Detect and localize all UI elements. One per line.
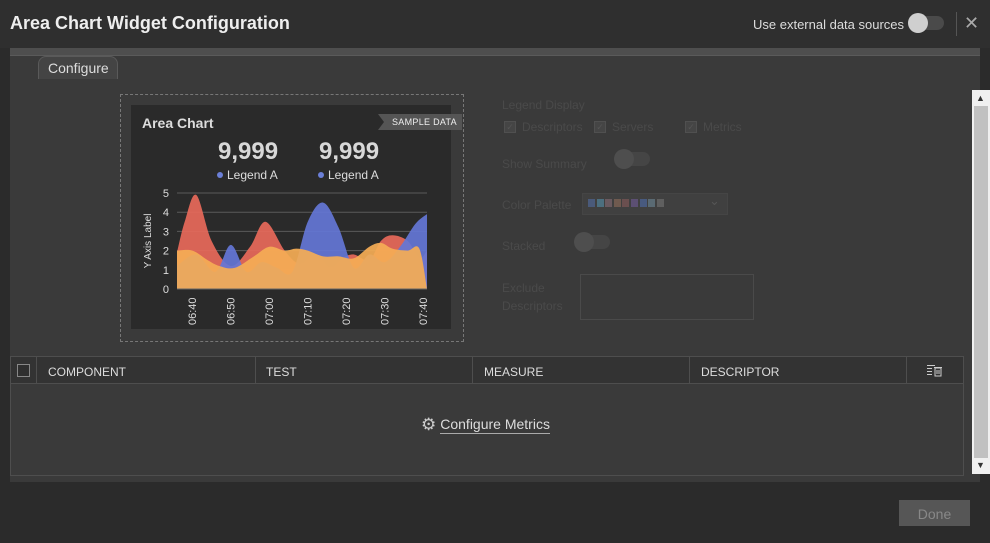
- legend-item-1: Legend A: [217, 168, 278, 182]
- column-divider: [255, 357, 256, 383]
- y-axis-label: Y Axis Label: [143, 214, 154, 269]
- show-summary-label: Show Summary: [502, 157, 587, 171]
- vertical-scrollbar[interactable]: ▲ ▼: [972, 90, 990, 474]
- y-tick-label: 3: [163, 226, 169, 238]
- descriptors-label: Descriptors: [522, 120, 583, 134]
- tab-configure[interactable]: Configure: [38, 56, 118, 79]
- y-tick-label: 0: [163, 284, 169, 296]
- column-measure[interactable]: MEASURE: [484, 365, 543, 379]
- sample-data-label: SAMPLE DATA: [392, 117, 457, 127]
- legend-label: Legend A: [328, 168, 379, 182]
- y-tick-label: 4: [163, 207, 169, 219]
- metrics-checkbox[interactable]: ✓: [685, 121, 697, 133]
- legend-item-2: Legend A: [318, 168, 379, 182]
- y-tick-label: 5: [163, 188, 169, 200]
- color-palette-label: Color Palette: [502, 198, 572, 212]
- chart-preview: 0 1 2 3 4 5 06:40 06:50 07:00 07:10 07:20 07:30 07:4…: [120, 94, 464, 342]
- x-tick-label: 07:00: [264, 297, 276, 325]
- palette-swatch: [613, 199, 621, 207]
- legend-dot: [217, 172, 223, 178]
- sample-data-badge: SAMPLE DATA: [378, 114, 462, 130]
- toggle-knob: [908, 13, 928, 33]
- x-tick-label: 07:30: [379, 297, 391, 325]
- stacked-label: Stacked: [502, 239, 546, 253]
- legend-label: Legend A: [227, 168, 278, 182]
- toggle-knob: [574, 232, 594, 252]
- config-panel: Configure 0 1 2 3 4 5 06:40 06:50 07:00 07:10 07:2…: [10, 48, 990, 482]
- chart-title: Area Chart: [142, 115, 214, 131]
- column-divider: [906, 357, 907, 383]
- area-chart: 0 1 2 3 4 5 06:40 06:50 07:00 07:10 07:20 07:30 07:4…: [143, 188, 430, 325]
- y-tick-label: 2: [163, 246, 169, 258]
- done-button[interactable]: Done: [899, 500, 970, 526]
- servers-checkbox[interactable]: ✓: [594, 121, 606, 133]
- palette-swatch: [648, 199, 656, 207]
- chart-card: 0 1 2 3 4 5 06:40 06:50 07:00 07:10 07:20 07:30 07:4…: [131, 105, 462, 329]
- chevron-down-icon: ⌄: [709, 193, 720, 208]
- palette-swatch: [639, 199, 647, 207]
- configure-metrics-label: Configure Metrics: [440, 416, 550, 434]
- legend-display-label: Legend Display: [502, 98, 585, 112]
- title-bar: Area Chart Widget Configuration Use exte…: [0, 0, 990, 48]
- palette-swatch: [656, 199, 664, 207]
- scrollbar-thumb[interactable]: [974, 106, 988, 458]
- show-summary-toggle[interactable]: [614, 149, 650, 169]
- palette-swatch: [622, 199, 630, 207]
- metrics-label: Metrics: [703, 120, 742, 134]
- descriptors-checkbox[interactable]: ✓: [504, 121, 516, 133]
- color-palette-select[interactable]: ⌄: [582, 193, 728, 215]
- stat-value-2: 9,999: [319, 138, 380, 165]
- stat-value-1: 9,999: [218, 138, 279, 165]
- exclude-descriptors-label: Exclude Descriptors: [502, 281, 563, 313]
- close-icon[interactable]: ✕: [964, 13, 979, 33]
- column-test[interactable]: TEST: [266, 365, 297, 379]
- toggle-knob: [614, 149, 634, 169]
- column-divider: [689, 357, 690, 383]
- external-data-toggle[interactable]: [908, 13, 944, 33]
- x-tick-label: 06:40: [187, 297, 199, 325]
- x-tick-label: 07:40: [418, 297, 430, 325]
- x-tick-label: 07:20: [341, 297, 353, 325]
- x-tick-label: 07:10: [302, 297, 314, 325]
- table-header: COMPONENT TEST MEASURE DESCRIPTOR: [11, 357, 963, 384]
- configure-metrics-link[interactable]: ⚙ Configure Metrics: [421, 415, 550, 435]
- tab-label: Configure: [48, 60, 109, 76]
- header-divider: [956, 12, 957, 36]
- select-all-checkbox[interactable]: [17, 364, 30, 377]
- column-descriptor[interactable]: DESCRIPTOR: [701, 365, 779, 379]
- column-divider: [36, 357, 37, 383]
- metrics-table: COMPONENT TEST MEASURE DESCRIPTOR ⚙ Confi…: [10, 356, 964, 476]
- external-data-label: Use external data sources: [753, 17, 905, 32]
- palette-swatch: [596, 199, 604, 207]
- column-component[interactable]: COMPONENT: [48, 365, 126, 379]
- gear-icon: ⚙: [421, 415, 437, 434]
- clear-list-icon[interactable]: [927, 364, 943, 377]
- scroll-down-icon[interactable]: ▼: [976, 460, 985, 470]
- servers-label: Servers: [612, 120, 654, 134]
- exclude-descriptors-input[interactable]: [580, 274, 754, 320]
- scroll-up-icon[interactable]: ▲: [976, 93, 985, 103]
- palette-swatch: [588, 199, 595, 207]
- y-tick-label: 1: [163, 265, 169, 277]
- dialog-title: Area Chart Widget Configuration: [10, 13, 290, 33]
- column-divider: [472, 357, 473, 383]
- top-divider: [10, 48, 980, 56]
- stacked-toggle[interactable]: [574, 232, 610, 252]
- legend-dot: [318, 172, 324, 178]
- palette-swatch: [605, 199, 613, 207]
- x-tick-label: 06:50: [225, 297, 237, 325]
- palette-swatch: [631, 199, 638, 207]
